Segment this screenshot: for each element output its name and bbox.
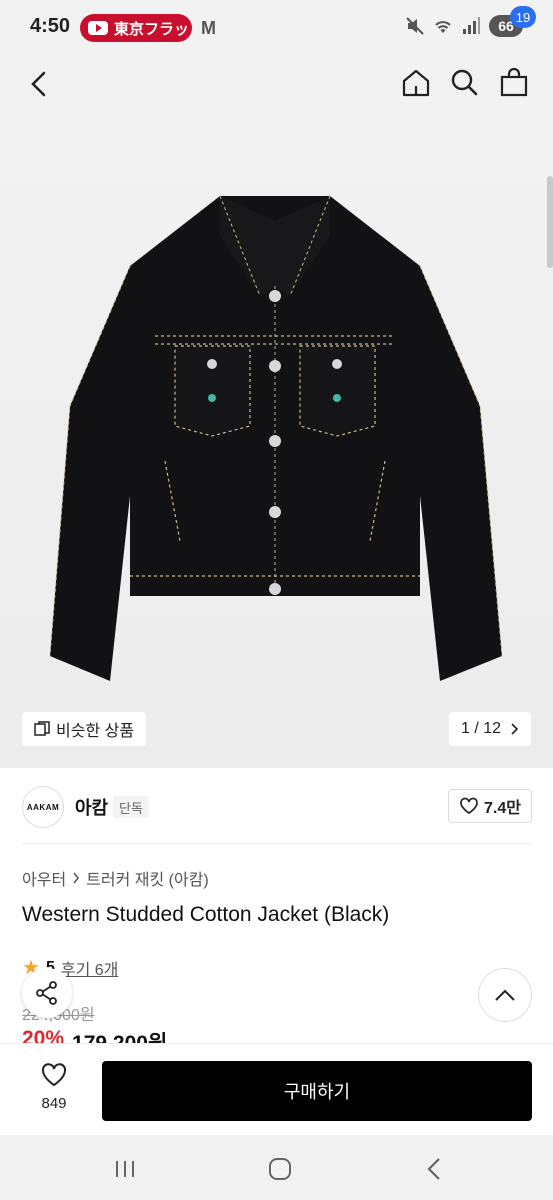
- image-counter[interactable]: 1 / 12: [448, 712, 531, 746]
- brand-logo[interactable]: AAKAM: [22, 786, 64, 828]
- image-counter-text: 1 / 12: [460, 720, 501, 737]
- breadcrumb-subcategory[interactable]: 트러커 재킷 (아캄): [86, 866, 209, 890]
- cart-count-badge: 19: [510, 6, 536, 28]
- search-icon[interactable]: [448, 66, 480, 98]
- brand-name[interactable]: 아캄: [75, 794, 108, 820]
- notification-pill-text: 東京フラッ: [114, 20, 190, 38]
- back-button-icon[interactable]: [421, 1155, 449, 1183]
- wifi-icon: [435, 21, 451, 33]
- product-title: Western Studded Cotton Jacket (Black): [22, 903, 390, 926]
- share-icon: [36, 981, 57, 1005]
- similar-products-label: 비슷한 상품: [56, 723, 135, 740]
- chevron-right-icon: [73, 872, 80, 884]
- similar-products-button[interactable]: 비슷한 상품: [22, 712, 147, 746]
- breadcrumb: 아우터 트러커 재킷 (아캄): [22, 866, 209, 890]
- heart-icon: [460, 797, 478, 815]
- divider: [22, 843, 531, 844]
- review-count-link[interactable]: 후기 6개: [61, 956, 119, 980]
- status-bar: 4:50 東京フラッ M 66: [0, 0, 553, 56]
- chevron-up-icon: [495, 989, 515, 1001]
- signal-icon: [463, 17, 480, 34]
- notification-pill[interactable]: 東京フラッ: [80, 14, 192, 42]
- recent-apps-icon[interactable]: [111, 1155, 139, 1183]
- status-time: 4:50: [30, 15, 71, 37]
- back-icon[interactable]: [24, 68, 56, 100]
- youtube-icon: [88, 21, 108, 35]
- breadcrumb-category[interactable]: 아우터: [22, 866, 66, 890]
- cart-icon[interactable]: [497, 66, 531, 100]
- home-button-icon[interactable]: [266, 1155, 294, 1183]
- brand-row: AAKAM 아캄 단독 7.4만: [0, 784, 553, 832]
- brand-like-count: 7.4만: [484, 800, 521, 817]
- share-button[interactable]: [22, 968, 72, 1018]
- exclusive-badge: 단독: [113, 796, 149, 818]
- system-navigation-bar: [0, 1135, 553, 1200]
- chevron-right-icon: [511, 723, 519, 735]
- mute-icon: [406, 17, 424, 35]
- heart-icon: [41, 1063, 67, 1087]
- top-navigation: [0, 56, 553, 116]
- buy-button[interactable]: 구매하기: [102, 1061, 532, 1121]
- copy-icon: [34, 721, 50, 736]
- purchase-bar: 849 구매하기: [0, 1043, 553, 1135]
- scroll-to-top-button[interactable]: [478, 968, 532, 1022]
- favorite-button[interactable]: 849: [26, 1062, 82, 1112]
- favorite-count: 849: [41, 1095, 67, 1112]
- scrollbar[interactable]: [547, 176, 553, 268]
- brand-like-button[interactable]: 7.4만: [448, 789, 532, 823]
- product-image-gallery[interactable]: 비슷한 상품 1 / 12: [0, 116, 553, 768]
- gmail-icon: M: [201, 18, 216, 38]
- home-icon[interactable]: [399, 66, 433, 100]
- product-jacket-image: [49, 195, 503, 681]
